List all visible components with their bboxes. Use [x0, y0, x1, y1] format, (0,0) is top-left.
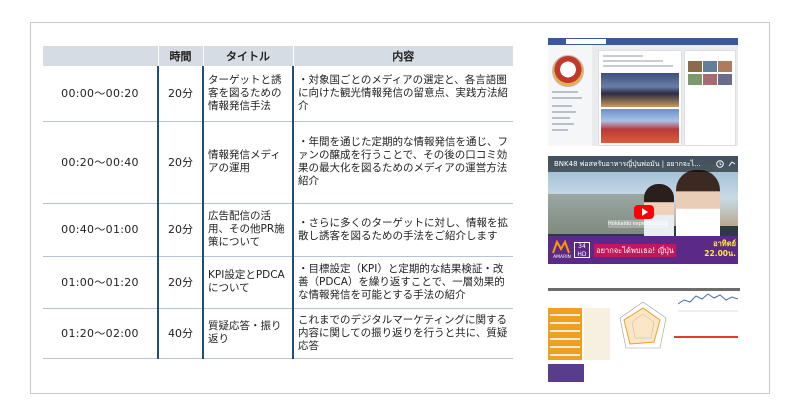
header-blank: [43, 46, 159, 66]
facebook-post: [598, 50, 682, 146]
time-range: 00:40〜01:00: [43, 203, 159, 257]
video-screenshot: BNK48 พ่อสหรับอาหารญี่ปุ่นพ่อมัน | อยากจ…: [548, 156, 738, 264]
header-title: タイトル: [203, 46, 294, 66]
duration: 20分: [158, 66, 204, 122]
video-title: BNK48 พ่อสหรับอาหารญี่ปุ่นพ่อมัน | อยากจ…: [554, 160, 701, 168]
table-row: 01:00〜01:20 20分 KPI設定とPDCAについて ・目標設定（KPI…: [43, 256, 513, 309]
report-values-column: [584, 308, 610, 360]
session-content: ・年間を通じた定期的な情報発信を通じ、ファンの醸成を行うことで、その後の口コミ効…: [293, 121, 513, 204]
session-title: ターゲットと誘客を図るための情報発信手法: [203, 66, 294, 122]
schedule-table: 時間 タイトル 内容 00:00〜00:20 20分 ターゲットと誘客を図るため…: [43, 46, 513, 359]
page-profile-logo: [552, 55, 584, 87]
report-radar-chart: [619, 301, 667, 349]
post-photo-flowers: [601, 109, 679, 143]
table-header-row: 時間 タイトル 内容: [43, 46, 513, 66]
report-kpi-table: [548, 308, 582, 360]
facebook-page-sidebar: [548, 45, 592, 146]
broadcast-time: อาทิตย์ 22.00น.: [678, 239, 736, 259]
kpi-report-screenshot: [548, 276, 740, 386]
session-content: ・対象国ごとのメディアの選定と、各言語圏に向けた観光情報発信の留意点、実践方法紹…: [293, 66, 513, 122]
report-highlight-line: [674, 336, 738, 338]
session-title: KPI設定とPDCAについて: [203, 256, 294, 309]
channel-number: 34 HD: [574, 242, 590, 258]
tv-program-banner: AMARIN 34 HD อยากจะได้พบเธอ! ญี่ปุ่น อาท…: [548, 236, 738, 264]
duration: 20分: [158, 256, 204, 309]
table-row: 00:00〜00:20 20分 ターゲットと誘客を図るための情報発信手法 ・対象…: [43, 66, 513, 122]
duration: 20分: [158, 203, 204, 257]
channel-logo-text: AMARIN: [553, 255, 571, 260]
facebook-search-bar: [566, 39, 606, 44]
post-photo-night-view: [601, 73, 679, 107]
facebook-page-screenshot: [548, 38, 738, 146]
session-content: これまでのデジタルマーケティングに関する内容に関しての振り返りを行うと共に、質疑…: [293, 308, 513, 359]
play-icon[interactable]: [634, 205, 654, 219]
header-time: 時間: [158, 46, 204, 66]
share-icon[interactable]: [728, 160, 736, 168]
session-content: ・目標設定（KPI）と定期的な結果検証・改善（PDCA）を繰り返すことで、一層効…: [293, 256, 513, 309]
report-footer-block: [548, 364, 584, 382]
time-range: 00:20〜00:40: [43, 121, 159, 204]
program-tagline: อยากจะได้พบเธอ! ญี่ปุ่น: [594, 244, 676, 257]
clock-icon[interactable]: [716, 160, 724, 168]
person-image: [676, 170, 720, 240]
report-line-chart: [678, 293, 738, 312]
table-row: 00:40〜01:00 20分 広告配信の活用、その他PR施策について ・さらに…: [43, 203, 513, 257]
video-title-bar: BNK48 พ่อสหรับอาหารญี่ปุ่นพ่อมัน | อยากจ…: [548, 156, 738, 172]
duration: 20分: [158, 121, 204, 204]
broadcast-day: อาทิตย์: [713, 239, 736, 248]
session-title: 情報発信メディアの運用: [203, 121, 294, 204]
header-content: 内容: [293, 46, 513, 66]
video-caption: Hokkaido experience Lipo: [608, 220, 668, 228]
time-range: 01:00〜01:20: [43, 256, 159, 309]
duration: 40分: [158, 308, 204, 359]
time-range: 00:00〜00:20: [43, 66, 159, 122]
channel-logo-icon: [552, 240, 570, 254]
session-title: 広告配信の活用、その他PR施策について: [203, 203, 294, 257]
table-row: 00:20〜00:40 20分 情報発信メディアの運用 ・年間を通じた定期的な情…: [43, 121, 513, 204]
table-row: 01:20〜02:00 40分 質疑応答・振り返り これまでのデジタルマーケティ…: [43, 308, 513, 359]
broadcast-hour: 22.00น.: [704, 249, 736, 258]
facebook-photos-panel: [684, 50, 736, 146]
session-content: ・さらに多くのターゲットに対し、情報を拡散し誘客を図るための手法をご紹介します: [293, 203, 513, 257]
session-title: 質疑応答・振り返り: [203, 308, 294, 359]
time-range: 01:20〜02:00: [43, 308, 159, 359]
facebook-top-bar: [548, 38, 738, 45]
